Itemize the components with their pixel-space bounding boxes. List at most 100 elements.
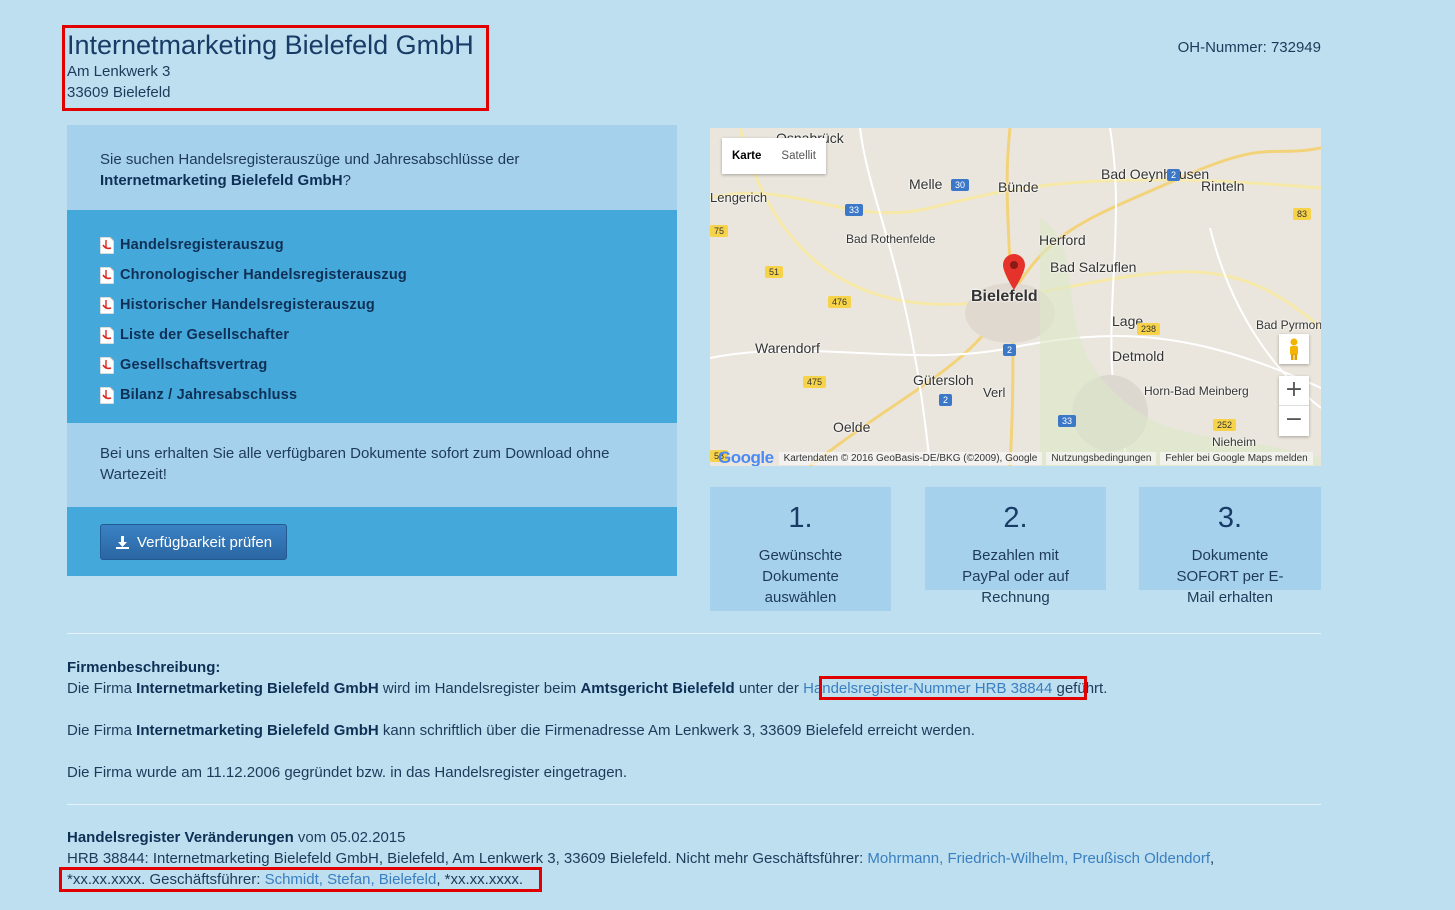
button-bar: Verfügbarkeit prüfen — [67, 507, 677, 576]
road-shield: 51 — [765, 266, 784, 278]
desc-court: Amtsgericht Bielefeld — [580, 680, 735, 697]
road-shield: 252 — [1213, 419, 1237, 431]
pdf-icon — [100, 356, 114, 374]
pdf-icon — [100, 236, 114, 254]
desc-text: unter der — [734, 680, 804, 697]
step-text: Dokumente SOFORT per E-Mail erhalten — [1176, 547, 1284, 606]
divider — [67, 804, 1321, 805]
map-place-label: Bad Pyrmont — [1256, 318, 1321, 332]
document-link[interactable]: Chronologischer Handelsregisterauszug — [100, 260, 644, 290]
document-link[interactable]: Handelsregisterauszug — [100, 230, 644, 260]
map-place-label: Verl — [983, 385, 1006, 400]
document-link[interactable]: Bilanz / Jahresabschluss — [100, 380, 644, 410]
map-type-karte[interactable]: Karte — [722, 138, 771, 174]
road-shield: 83 — [1293, 208, 1312, 220]
road-shield: 30 — [951, 179, 970, 191]
document-label: Gesellschaftsvertrag — [120, 357, 268, 373]
company-street: Am Lenkwerk 3 — [67, 63, 171, 80]
road-shield: 2 — [1003, 344, 1017, 356]
step-text: Gewünschte Dokumente auswählen — [758, 547, 843, 606]
former-director-link[interactable]: Mohrmann, Friedrich-Wilhelm, Preußisch O… — [867, 850, 1210, 867]
map-place-label: Bad Rothenfelde — [846, 232, 936, 246]
map-attribution: Kartendaten © 2016 GeoBasis-DE/BKG (©200… — [778, 451, 1043, 465]
history-heading: Handelsregister Veränderungen — [67, 829, 294, 846]
map-place-label: Horn-Bad Meinberg — [1144, 384, 1249, 398]
document-link[interactable]: Gesellschaftsvertrag — [100, 350, 644, 380]
zoom-out-button[interactable]: − — [1279, 406, 1309, 436]
step-number: 3. — [1217, 502, 1243, 534]
document-label: Liste der Gesellschafter — [120, 327, 290, 343]
company-name: Internetmarketing Bielefeld GmbH — [67, 30, 474, 60]
desc-company: Internetmarketing Bielefeld GmbH — [136, 722, 379, 739]
document-label: Handelsregisterauszug — [120, 237, 284, 253]
document-panel: Sie suchen Handelsregisterauszüge und Ja… — [67, 125, 677, 576]
map-place-label: Bielefeld — [971, 288, 1038, 305]
road-shield: 2 — [1167, 169, 1181, 181]
oh-number: OH-Nummer: 732949 — [1177, 39, 1321, 56]
button-label: Verfügbarkeit prüfen — [137, 533, 273, 551]
history-text: *xx.xx.xxxx. Geschäftsführer: — [67, 871, 265, 888]
document-link[interactable]: Historischer Handelsregisterauszug — [100, 290, 644, 320]
check-availability-button[interactable]: Verfügbarkeit prüfen — [100, 524, 288, 560]
history-text: , — [1210, 850, 1215, 867]
register-changes: Handelsregister Veränderungen vom 05.02.… — [67, 827, 1327, 890]
map-type-satellit[interactable]: Satellit — [771, 138, 826, 174]
register-number-link[interactable]: Handelsregister-Nummer HRB 38844 — [803, 680, 1052, 697]
zoom-in-button[interactable]: + — [1279, 376, 1309, 406]
pegman-icon — [1290, 338, 1298, 360]
map-report-link[interactable]: Fehler bei Google Maps melden — [1160, 451, 1313, 465]
history-date: vom 05.02.2015 — [293, 829, 406, 846]
map-place-label: Melle — [909, 176, 943, 192]
desc-company: Internetmarketing Bielefeld GmbH — [136, 680, 379, 697]
document-label: Bilanz / Jahresabschluss — [120, 387, 298, 403]
map-terms-link[interactable]: Nutzungsbedingungen — [1046, 451, 1157, 465]
street-view-pegman[interactable] — [1279, 334, 1309, 364]
history-text: HRB 38844: Internetmarketing Bielefeld G… — [67, 850, 868, 867]
map-place-label: Bünde — [998, 179, 1039, 195]
google-map[interactable]: OsnabrückMelleBündeBad OeynhausenRinteln… — [710, 128, 1321, 466]
document-label: Historischer Handelsregisterauszug — [120, 297, 375, 313]
intro-text: Sie suchen Handelsregisterauszüge und Ja… — [67, 125, 677, 210]
map-place-label: Oelde — [833, 419, 871, 435]
map-place-label: Rinteln — [1201, 178, 1245, 194]
founding-text: Die Firma wurde am 11.12.2006 gegründet … — [67, 764, 628, 781]
step-number: 2. — [1003, 502, 1028, 534]
map-place-label: Bad Salzuflen — [1050, 259, 1137, 275]
pdf-icon — [100, 386, 114, 404]
desc-text: kann schriftlich über die Firmenadresse … — [378, 722, 975, 739]
document-link[interactable]: Liste der Gesellschafter — [100, 320, 644, 350]
download-note: Bei uns erhalten Sie alle verfügbaren Do… — [67, 423, 677, 507]
intro-company: Internetmarketing Bielefeld GmbH — [100, 172, 343, 189]
desc-text: geführt. — [1052, 680, 1108, 697]
map-place-label: Herford — [1039, 232, 1086, 248]
step-text: Bezahlen mit PayPal oder auf Rechnung — [962, 547, 1069, 606]
road-shield: 238 — [1137, 323, 1161, 335]
desc-text: wird im Handelsregister beim — [378, 680, 581, 697]
step-1: 1. Gewünschte Dokumente auswählen — [710, 487, 891, 611]
road-shield: 75 — [710, 225, 729, 237]
map-footer: Google Kartendaten © 2016 GeoBasis-DE/BK… — [710, 448, 1321, 466]
download-icon — [116, 535, 129, 549]
map-place-label: Bad Oeynhausen — [1101, 166, 1210, 182]
intro-prefix: Sie suchen Handelsregisterauszüge und Ja… — [100, 151, 520, 168]
map-place-label: Warendorf — [755, 340, 820, 356]
zoom-control: + − — [1279, 376, 1309, 436]
google-logo: Google — [718, 448, 774, 466]
document-list: Handelsregisterauszug Chronologischer Han… — [67, 210, 677, 423]
divider — [67, 633, 1321, 634]
map-place-label: Nieheim — [1212, 435, 1257, 449]
company-description: Firmenbeschreibung: Die Firma Internetma… — [67, 657, 1327, 804]
road-shield: 33 — [845, 204, 864, 216]
pdf-icon — [100, 296, 114, 314]
director-link[interactable]: Schmidt, Stefan, Bielefeld — [265, 871, 437, 888]
step-2: 2. Bezahlen mit PayPal oder auf Rechnung — [925, 487, 1106, 606]
road-shield: 2 — [939, 394, 953, 406]
intro-suffix: ? — [342, 172, 351, 189]
map-place-label: Detmold — [1112, 348, 1165, 364]
location-marker-icon[interactable] — [1003, 254, 1025, 290]
document-label: Chronologischer Handelsregisterauszug — [120, 267, 407, 283]
desc-text: Die Firma — [67, 680, 137, 697]
description-heading: Firmenbeschreibung: — [67, 659, 221, 676]
map-place-label: Lengerich — [710, 190, 768, 205]
step-3: 3. Dokumente SOFORT per E-Mail erhalten — [1139, 487, 1321, 606]
